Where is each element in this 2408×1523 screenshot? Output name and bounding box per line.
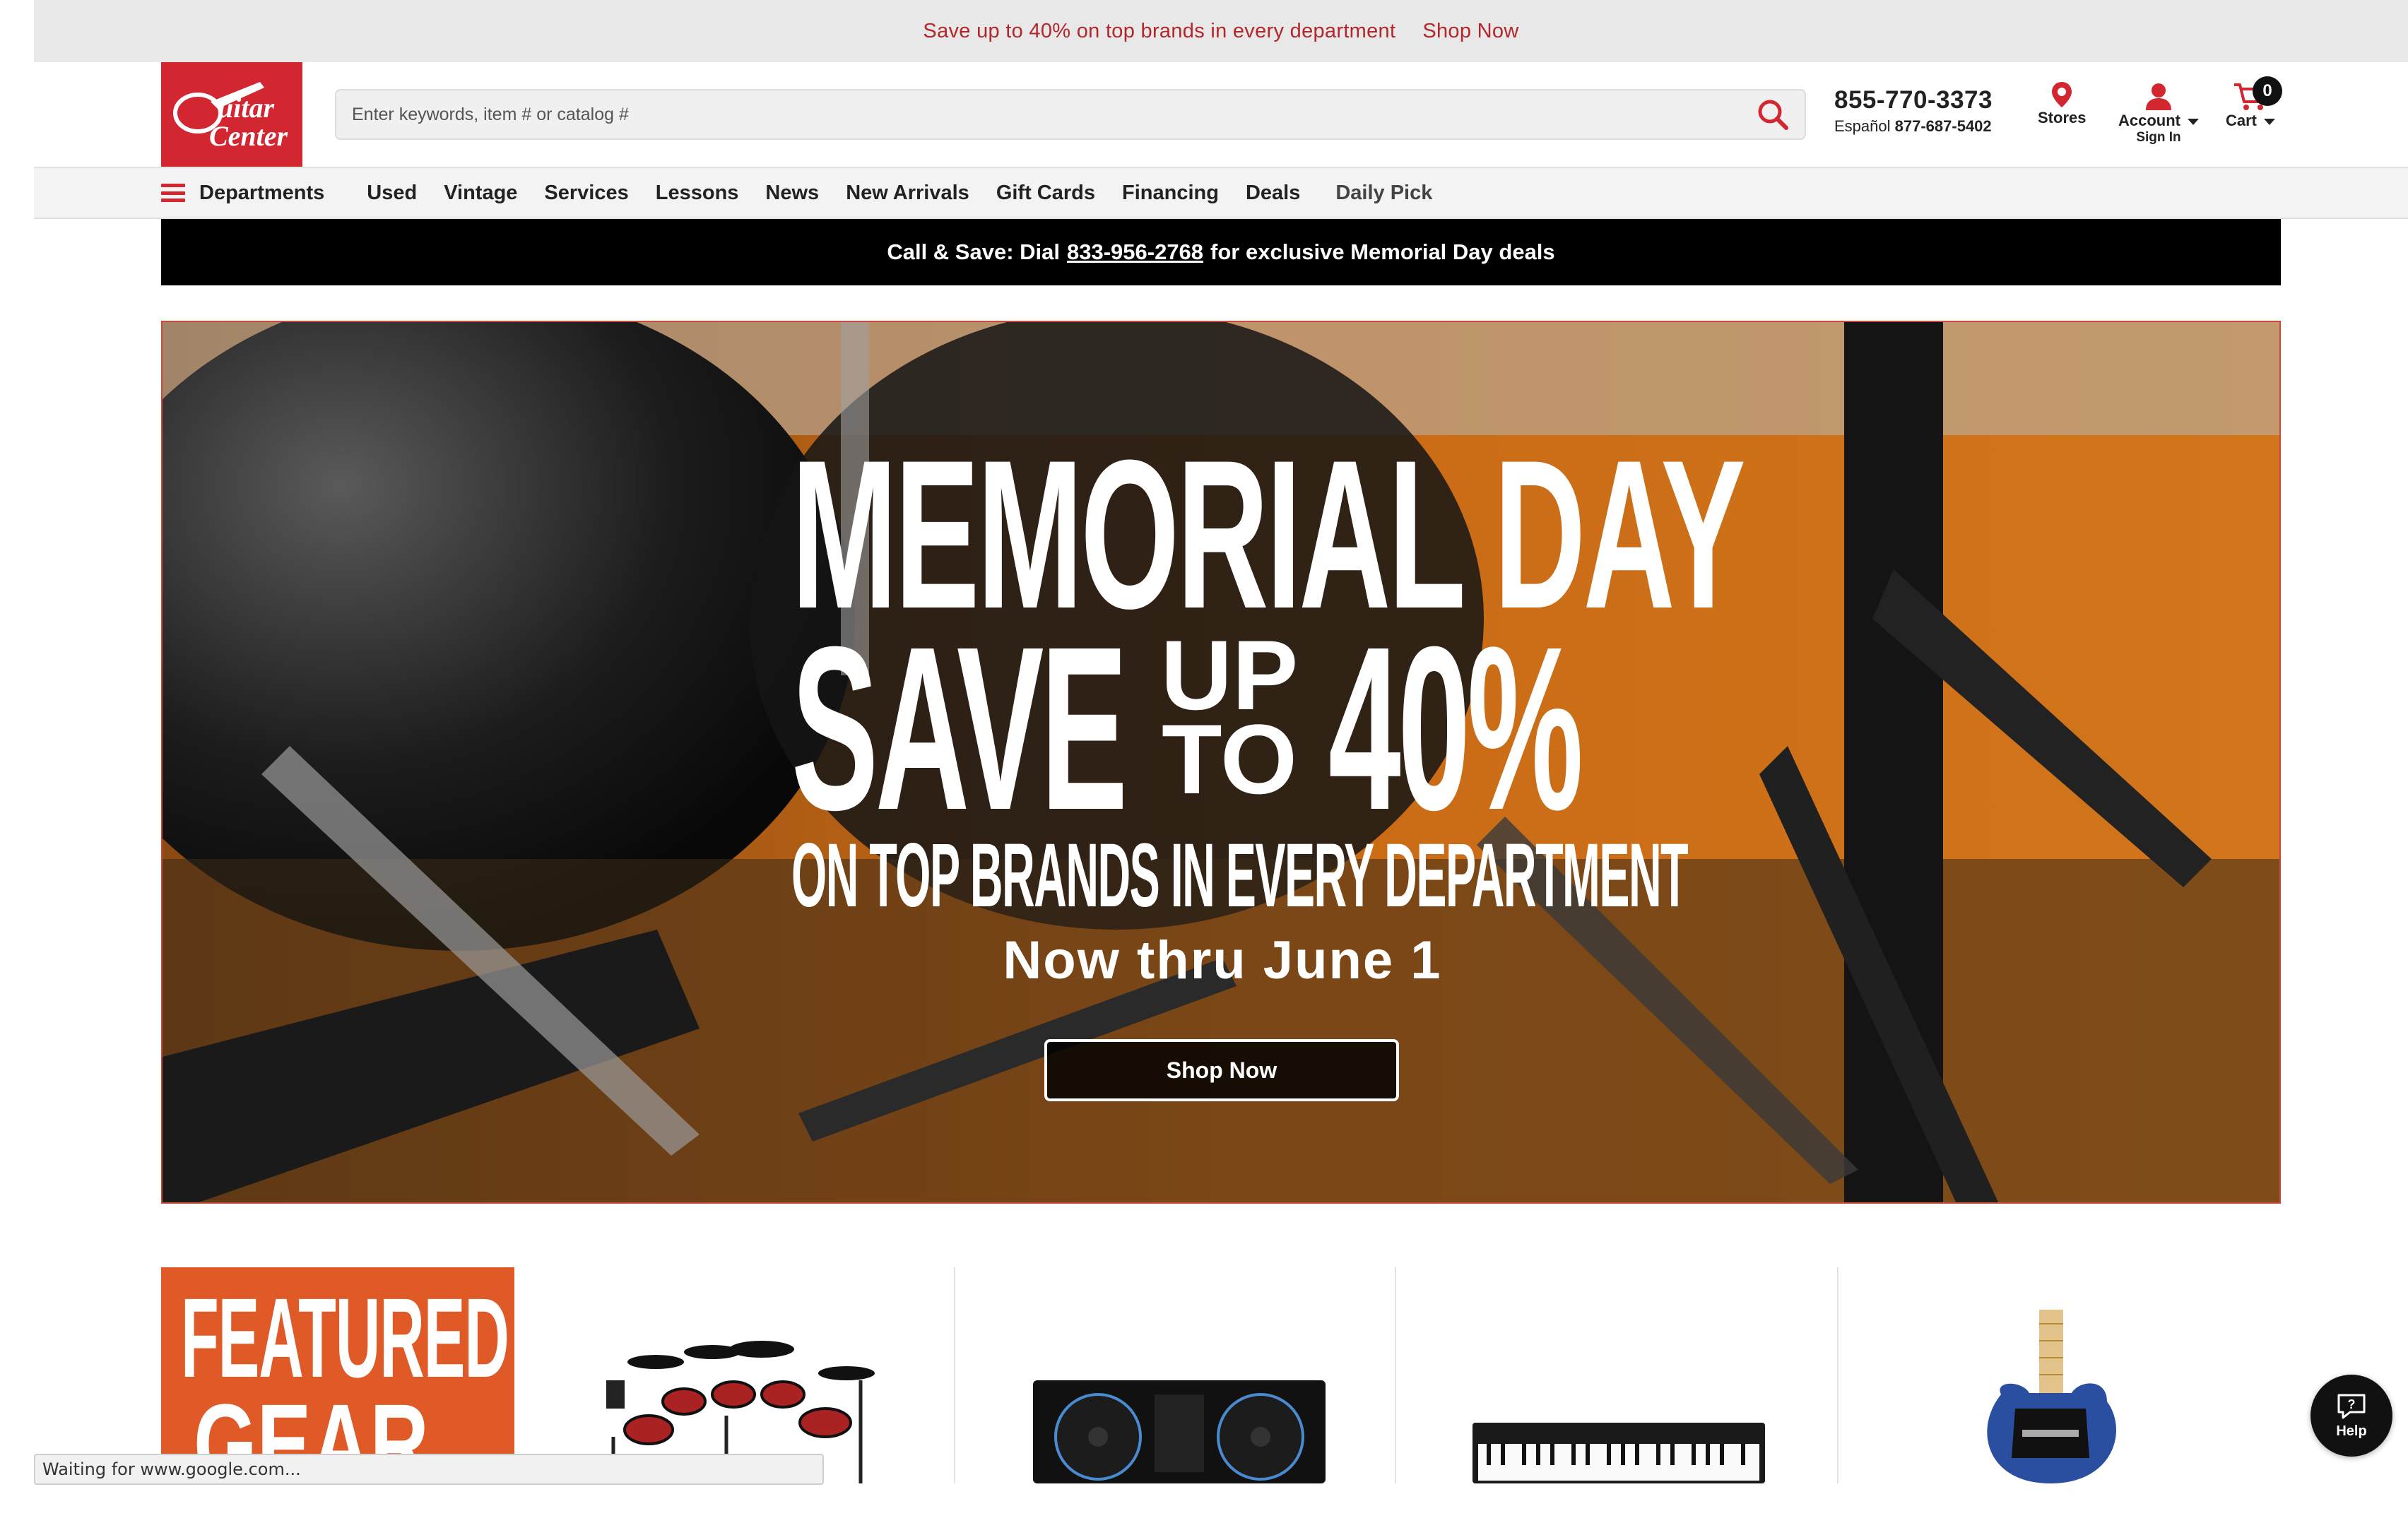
- svg-text:?: ?: [2348, 1397, 2356, 1411]
- electric-guitar-image: [1987, 1310, 2117, 1483]
- promo-shop-now-link[interactable]: Shop Now: [1422, 20, 1518, 43]
- nav-item-deals[interactable]: Deals: [1246, 182, 1300, 205]
- cart-count-badge: 0: [2253, 76, 2282, 106]
- promo-bar: Save up to 40% on top brands in every de…: [34, 0, 2408, 62]
- dj-controller-image: [1033, 1380, 1326, 1483]
- product-electronic-drum-kit[interactable]: [514, 1267, 955, 1483]
- account-menu[interactable]: Account Sign In: [2118, 81, 2199, 146]
- nav-item-news[interactable]: News: [765, 182, 819, 205]
- nav-item-new-arrivals[interactable]: New Arrivals: [846, 182, 969, 205]
- stores-link[interactable]: Stores: [2038, 81, 2086, 127]
- svg-text:uitar: uitar: [218, 92, 274, 124]
- help-button[interactable]: ? Help: [2310, 1375, 2392, 1457]
- product-digital-piano[interactable]: [1396, 1267, 1839, 1483]
- call-save-banner: Call & Save: Dial 833-956-2768 for exclu…: [161, 219, 2281, 285]
- hero-shop-now-button[interactable]: Shop Now: [1044, 1039, 1399, 1101]
- account-label: Account: [2118, 112, 2199, 130]
- search-icon: [1758, 100, 1788, 130]
- svg-text:Center: Center: [209, 120, 288, 152]
- user-icon: [2146, 83, 2171, 110]
- hero-subtitle: ON TOP BRANDS IN EVERY DEPARTMENT: [791, 825, 1689, 926]
- espanol-label: Español: [1834, 117, 1891, 135]
- espanol-number: 877-687-5402: [1894, 117, 1992, 135]
- featured-title: FEATURED: [181, 1274, 509, 1401]
- featured-gear-tile[interactable]: FEATURED GEAR: [161, 1267, 514, 1483]
- hamburger-icon: [161, 184, 185, 202]
- call-suffix: for exclusive Memorial Day deals: [1210, 239, 1555, 264]
- featured-gear-strip: FEATURED GEAR: [161, 1267, 2281, 1483]
- departments-label: Departments: [199, 181, 325, 204]
- espanol-phone[interactable]: Español 877-687-5402: [1834, 117, 1993, 136]
- nav-item-daily-pick[interactable]: Daily Pick: [1335, 182, 1432, 205]
- hero-dates: Now thru June 1: [1003, 930, 1442, 990]
- nav-item-used[interactable]: Used: [367, 182, 417, 205]
- product-electric-guitar[interactable]: [1839, 1267, 2281, 1483]
- cart-label: Cart: [2226, 112, 2276, 130]
- chevron-down-icon: [2264, 118, 2276, 125]
- call-phone-link[interactable]: 833-956-2768: [1067, 239, 1203, 265]
- browser-edge: [0, 0, 34, 1523]
- search-bar: [335, 89, 1806, 140]
- browser-status-bar: Waiting for www.google.com...: [34, 1454, 824, 1485]
- location-pin-icon: [2052, 82, 2072, 107]
- promo-text: Save up to 40% on top brands in every de…: [923, 19, 1396, 42]
- nav-item-services[interactable]: Services: [544, 182, 628, 205]
- nav-item-gift-cards[interactable]: Gift Cards: [996, 182, 1095, 205]
- hero-up-to: UP TO: [1138, 626, 1321, 814]
- guitar-center-logo[interactable]: uitar Center: [161, 62, 302, 167]
- digital-piano-image: [1472, 1423, 1765, 1483]
- departments-menu[interactable]: Departments: [161, 182, 324, 205]
- call-prefix: Call & Save: Dial: [887, 239, 1060, 264]
- nav-item-financing[interactable]: Financing: [1122, 182, 1219, 205]
- hero-to: TO: [1162, 704, 1297, 814]
- hero-save: SAVE: [791, 598, 1128, 858]
- main-nav: Departments Used Vintage Services Lesson…: [34, 168, 2408, 219]
- hero-banner[interactable]: MEMORIAL DAY SAVE UP TO 40% ON TOP BRAND…: [161, 321, 2281, 1204]
- sign-in-label: Sign In: [2136, 130, 2181, 145]
- product-dj-controller[interactable]: [955, 1267, 1396, 1483]
- search-button[interactable]: [1741, 90, 1805, 138]
- chevron-down-icon: [2188, 118, 2199, 125]
- nav-item-vintage[interactable]: Vintage: [444, 182, 517, 205]
- phone-number[interactable]: 855-770-3373: [1834, 86, 1993, 114]
- phone-block: 855-770-3373 Español 877-687-5402: [1834, 86, 1993, 136]
- guitar-center-logo-mark: uitar Center: [173, 82, 288, 152]
- hero-percent: 40%: [1328, 598, 1583, 858]
- stores-label: Stores: [2038, 109, 2087, 126]
- nav-item-lessons[interactable]: Lessons: [656, 182, 739, 205]
- site-header: uitar Center 855-770-3373 Español 877-68…: [34, 62, 2408, 168]
- help-chat-icon: ?: [2337, 1394, 2366, 1418]
- search-input[interactable]: [352, 104, 1741, 125]
- help-label: Help: [2336, 1423, 2367, 1439]
